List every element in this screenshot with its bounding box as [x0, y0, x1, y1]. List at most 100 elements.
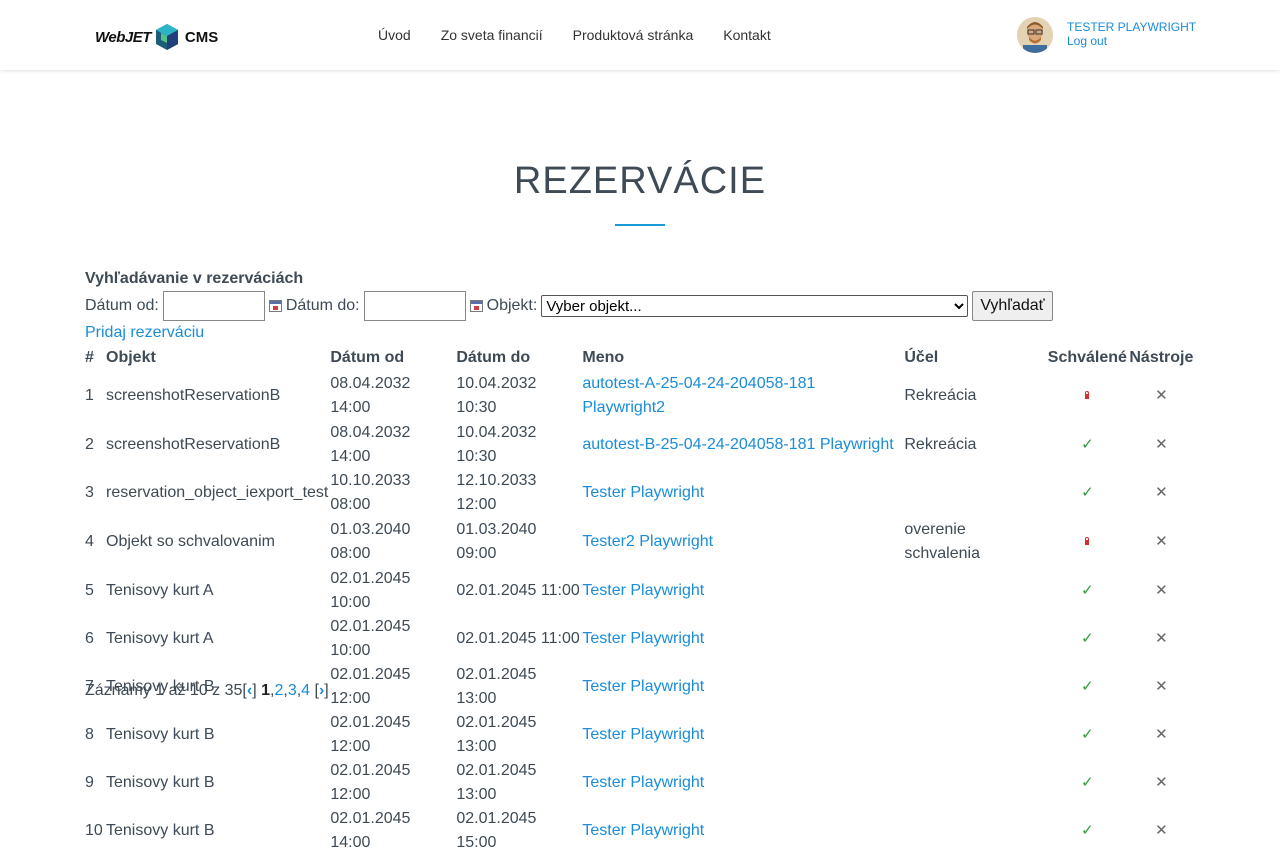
nav-item-produktova-stranka[interactable]: Produktová stránka [573, 27, 694, 43]
object-name-cell: Tenisovy kurt B [106, 807, 330, 855]
reservation-name-cell: Tester Playwright [582, 567, 904, 615]
purpose-cell: Rekreácia [904, 421, 1047, 469]
date-to: 02.01.2045 11:00 [456, 582, 580, 599]
table-header-row: # Objekt Dátum od Dátum do Meno Účel Sch… [85, 345, 1195, 371]
reservation-name-link[interactable]: autotest-A-25-04-24-204058-181 Playwrigh… [582, 375, 815, 416]
page-title: REZERVÁCIE [513, 160, 767, 202]
object-name-cell: Tenisovy kurt B [106, 711, 330, 759]
tools-cell: ✕ [1129, 711, 1195, 759]
reservation-name-link[interactable]: Tester Playwright [582, 726, 704, 743]
delete-icon[interactable]: ✕ [1155, 822, 1168, 839]
date-from-cell: 02.01.2045 10:00 [330, 615, 456, 663]
purpose: Rekreácia [904, 436, 977, 453]
object-name-cell: Tenisovy kurt A [106, 615, 330, 663]
reservation-name-cell: Tester Playwright [582, 759, 904, 807]
delete-icon[interactable]: ✕ [1155, 387, 1168, 404]
reservation-name-link[interactable]: autotest-B-25-04-24-204058-181 Playwrigh… [582, 436, 893, 453]
delete-icon[interactable]: ✕ [1155, 726, 1168, 743]
reservation-name-link[interactable]: Tester Playwright [582, 582, 704, 599]
object-name: screenshotReservationB [106, 436, 281, 453]
approved-status-cell: ✓ [1047, 759, 1129, 807]
user-name-link[interactable]: TESTER PLAYWRIGHT [1067, 20, 1196, 34]
date-from: 01.03.2040 08:00 [330, 521, 411, 562]
row-number-cell: 3 [85, 469, 106, 517]
date-from-cell: 02.01.2045 12:00 [330, 711, 456, 759]
row-number-cell: 6 [85, 615, 106, 663]
checkmark-icon: ✓ [1081, 484, 1094, 501]
tools-cell: ✕ [1129, 469, 1195, 517]
object-select[interactable]: Vyber objekt... [541, 295, 969, 317]
date-to: 02.01.2045 11:00 [456, 630, 580, 647]
date-to-input[interactable] [363, 291, 466, 321]
page-link-4[interactable]: 4 [301, 682, 310, 699]
logo-cube-icon [155, 24, 178, 50]
row-number: 9 [85, 774, 94, 791]
delete-icon[interactable]: ✕ [1155, 630, 1168, 647]
date-to: 02.01.2045 13:00 [456, 714, 537, 755]
date-to-cell: 02.01.2045 15:00 [456, 807, 582, 855]
date-from-input[interactable] [162, 291, 265, 321]
object-name-cell: screenshotReservationB [106, 371, 330, 421]
nav-item-kontakt[interactable]: Kontakt [723, 27, 770, 43]
nav-item-uvod[interactable]: Úvod [378, 27, 411, 43]
reservation-name-link[interactable]: Tester2 Playwright [582, 533, 713, 550]
object-name: reservation_object_iexport_test [106, 484, 329, 501]
date-from: 02.01.2045 10:00 [330, 618, 411, 659]
date-to-cell: 10.04.2032 10:30 [456, 421, 582, 469]
table-row: 9 Tenisovy kurt B 02.01.2045 12:00 02.01.20… [85, 759, 1195, 807]
row-number: 5 [85, 582, 94, 599]
row-number-cell: 9 [85, 759, 106, 807]
row-number-cell: 4 [85, 517, 106, 567]
approved-status-cell: ✓ [1047, 711, 1129, 759]
object-name-cell: Objekt so schvalovanim [106, 517, 330, 567]
date-from-cell: 02.01.2045 12:00 [330, 663, 456, 711]
reservation-name-link[interactable]: Tester Playwright [582, 484, 704, 501]
delete-icon[interactable]: ✕ [1155, 582, 1168, 599]
row-number: 4 [85, 533, 94, 550]
avatar[interactable] [1017, 17, 1053, 53]
reservation-name-cell: Tester Playwright [582, 663, 904, 711]
row-number-cell: 5 [85, 567, 106, 615]
delete-icon[interactable]: ✕ [1155, 678, 1168, 695]
row-number-cell: 1 [85, 371, 106, 421]
site-logo[interactable]: WebJET CMS [95, 22, 218, 52]
reservation-name-cell: Tester Playwright [582, 469, 904, 517]
reservations-table: # Objekt Dátum od Dátum do Meno Účel Sch… [85, 345, 1195, 855]
delete-icon[interactable]: ✕ [1155, 484, 1168, 501]
date-from: 10.10.2033 08:00 [330, 472, 411, 513]
calendar-icon[interactable] [469, 300, 483, 312]
checkmark-icon: ✓ [1081, 436, 1094, 453]
reservation-name-link[interactable]: Tester Playwright [582, 630, 704, 647]
reservation-name-cell: autotest-A-25-04-24-204058-181 Playwrigh… [582, 371, 904, 421]
page-link-2[interactable]: 2 [274, 682, 283, 699]
logout-link[interactable]: Log out [1067, 34, 1196, 48]
lock-icon [1085, 391, 1090, 399]
calendar-icon[interactable] [268, 300, 282, 312]
nav-item-financie[interactable]: Zo sveta financií [441, 27, 543, 43]
date-to-cell: 01.03.2040 09:00 [456, 517, 582, 567]
checkmark-icon: ✓ [1081, 630, 1094, 647]
table-row: 2 screenshotReservationB 08.04.2032 14:00 1… [85, 421, 1195, 469]
delete-icon[interactable]: ✕ [1155, 774, 1168, 791]
reservation-name-link[interactable]: Tester Playwright [582, 678, 704, 695]
tools-cell: ✕ [1129, 615, 1195, 663]
checkmark-icon: ✓ [1081, 822, 1094, 839]
date-to: 10.04.2032 10:30 [456, 424, 537, 465]
row-number: 10 [85, 822, 103, 839]
date-to: 02.01.2045 13:00 [456, 666, 537, 707]
prev-page-icon[interactable]: ‹ [247, 682, 252, 699]
table-row: 5 Tenisovy kurt A 02.01.2045 10:00 02.01.20… [85, 567, 1195, 615]
reservation-name-link[interactable]: Tester Playwright [582, 774, 704, 791]
date-to-cell: 12.10.2033 12:00 [456, 469, 582, 517]
next-page-icon[interactable]: › [319, 682, 324, 699]
delete-icon[interactable]: ✕ [1155, 533, 1168, 550]
add-reservation-link[interactable]: Pridaj rezerváciu [85, 324, 204, 342]
date-from-cell: 08.04.2032 14:00 [330, 371, 456, 421]
page-link-3[interactable]: 3 [288, 682, 297, 699]
delete-icon[interactable]: ✕ [1155, 436, 1168, 453]
col-header-date-from: Dátum od [330, 349, 405, 366]
search-button[interactable]: Vyhľadať [972, 291, 1053, 321]
purpose-cell: Rekreácia [904, 371, 1047, 421]
reservation-name-link[interactable]: Tester Playwright [582, 822, 704, 839]
row-number: 1 [85, 387, 94, 404]
